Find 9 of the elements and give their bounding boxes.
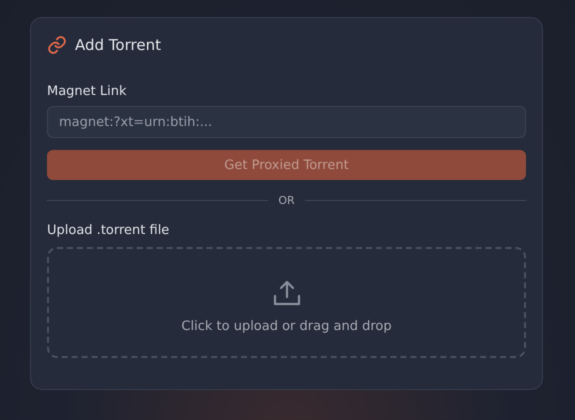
divider-label: OR	[278, 194, 295, 207]
upload-hint: Click to upload or drag and drop	[181, 319, 392, 334]
field-label: Upload .torrent file	[47, 223, 170, 238]
upload-dropzone[interactable]: Click to upload or drag and drop	[47, 247, 526, 358]
link-icon	[47, 35, 67, 55]
field-label: Magnet Link	[47, 84, 127, 99]
magnet-input-field[interactable]: magnet:?xt=urn:btih:...	[47, 106, 526, 138]
card-title: Add Torrent	[75, 36, 161, 54]
upload-icon	[272, 279, 300, 307]
